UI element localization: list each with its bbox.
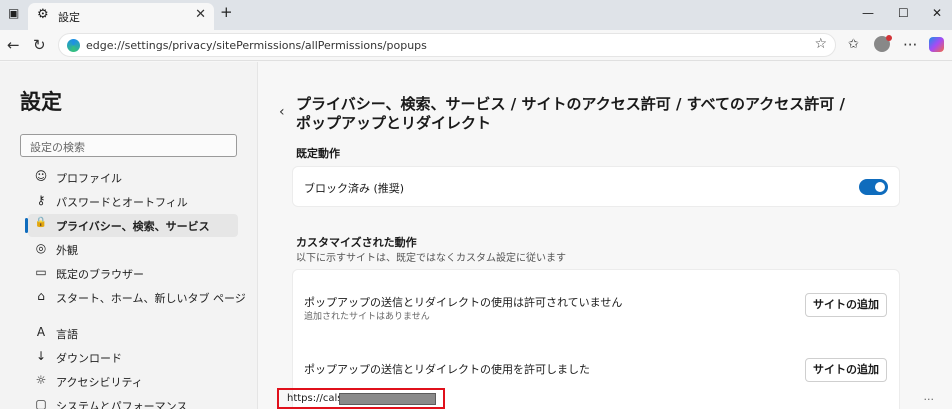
tab-settings[interactable]: ⚙ 設定 ✕	[28, 3, 214, 30]
blocked-list-empty: 追加されたサイトはありません	[304, 312, 430, 322]
blocked-list-title: ポップアップの送信とリダイレクトの使用は許可されていません	[304, 296, 623, 309]
favorite-star-icon[interactable]: ☆	[814, 36, 827, 52]
add-blocked-site-button[interactable]: サイトの追加	[805, 293, 887, 317]
sidebar-item-system[interactable]: ▢ システムとパフォーマンス	[28, 394, 238, 409]
close-icon[interactable]: ✕	[195, 7, 206, 22]
sidebar-item-label: アクセシビリティ	[56, 376, 143, 389]
language-icon: A	[36, 325, 46, 339]
settings-sidebar: 設定 設定の検索 ☺ プロファイル ⚷ パスワードとオートフィル 🔒 プライバシ…	[0, 62, 258, 409]
custom-behavior-description: 以下に示すサイトは、既定ではなくカスタム設定に従います	[296, 253, 566, 264]
sidebar-item-label: スタート、ホーム、新しいタブ ページ	[56, 292, 246, 305]
site-more-actions-icon[interactable]: ···	[924, 393, 935, 406]
toggle-knob	[875, 182, 885, 192]
sidebar-item-start-home[interactable]: ⌂ スタート、ホーム、新しいタブ ページ	[28, 286, 246, 309]
sidebar-item-accessibility[interactable]: ☼ アクセシビリティ	[28, 370, 238, 393]
maximize-icon[interactable]: ☐	[898, 6, 909, 20]
search-placeholder: 設定の検索	[30, 141, 85, 154]
favorites-icon[interactable]: ✩	[848, 37, 859, 52]
sidebar-item-passwords[interactable]: ⚷ パスワードとオートフィル	[28, 190, 238, 213]
notification-dot	[886, 35, 892, 41]
sidebar-item-label: プロファイル	[56, 172, 122, 185]
sidebar-item-label: 既定のブラウザー	[56, 268, 144, 281]
sidebar-item-languages[interactable]: A 言語	[28, 322, 238, 345]
allowed-list-title: ポップアップの送信とリダイレクトの使用を許可しました	[304, 363, 590, 376]
sidebar-item-label: パスワードとオートフィル	[56, 196, 188, 209]
allowed-site-row[interactable]: https://cals01	[277, 388, 445, 409]
sidebar-item-default-browser[interactable]: ▭ 既定のブラウザー	[28, 262, 238, 285]
accessibility-icon: ☼	[35, 373, 47, 387]
default-behavior-heading: 既定動作	[296, 147, 340, 160]
edge-logo-icon	[67, 39, 80, 52]
navigation-bar: ← ↻ edge://settings/privacy/sitePermissi…	[0, 30, 952, 61]
profile-icon: ☺	[34, 169, 48, 183]
browser-icon: ▭	[35, 265, 47, 279]
custom-behavior-heading: カスタマイズされた動作	[296, 236, 417, 249]
sidebar-item-profile[interactable]: ☺ プロファイル	[28, 166, 238, 189]
refresh-icon[interactable]: ↻	[33, 36, 46, 54]
sidebar-item-appearance[interactable]: ◎ 外観	[28, 238, 238, 261]
lock-icon: 🔒	[34, 217, 48, 228]
tab-title: 設定	[58, 11, 80, 24]
url-text[interactable]: edge://settings/privacy/sitePermissions/…	[86, 39, 427, 52]
key-icon: ⚷	[36, 193, 46, 207]
close-window-icon[interactable]: ✕	[932, 6, 942, 20]
minimize-icon[interactable]: —	[862, 6, 874, 20]
sidebar-title: 設定	[20, 90, 62, 114]
sidebar-item-label: 外観	[56, 244, 78, 257]
tab-strip: ▣ ⚙ 設定 ✕ + — ☐ ✕	[0, 0, 952, 30]
breadcrumb: プライバシー、検索、サービス / サイトのアクセス許可 / すべてのアクセス許可…	[296, 95, 845, 113]
workspaces-icon[interactable]: ▣	[8, 6, 19, 20]
sidebar-item-privacy[interactable]: 🔒 プライバシー、検索、サービス	[25, 214, 238, 237]
sidebar-item-label: ダウンロード	[56, 352, 122, 365]
home-icon: ⌂	[37, 289, 45, 303]
page-title: プライバシー、検索、サービス / サイトのアクセス許可 / すべてのアクセス許可…	[296, 95, 876, 133]
new-tab-button[interactable]: +	[220, 3, 233, 21]
active-indicator	[25, 218, 28, 233]
add-allowed-site-button[interactable]: サイトの追加	[805, 358, 887, 382]
sidebar-item-label: システムとパフォーマンス	[56, 400, 188, 409]
address-bar[interactable]: edge://settings/privacy/sitePermissions/…	[58, 33, 836, 57]
settings-content: ‹ プライバシー、検索、サービス / サイトのアクセス許可 / すべてのアクセス…	[259, 62, 952, 409]
blocked-toggle[interactable]	[859, 179, 888, 195]
copilot-icon[interactable]	[929, 37, 944, 52]
settings-search-input[interactable]: 設定の検索	[20, 134, 237, 157]
download-icon: ↓	[35, 349, 47, 363]
page-title-text: ポップアップとリダイレクト	[296, 114, 492, 132]
sidebar-item-label: 言語	[56, 328, 78, 341]
palette-icon: ◎	[35, 241, 47, 255]
back-chevron-icon[interactable]: ‹	[279, 104, 285, 120]
sidebar-item-label: プライバシー、検索、サービス	[56, 220, 210, 233]
more-menu-icon[interactable]: ···	[903, 36, 917, 54]
default-setting-label: ブロック済み (推奨)	[304, 182, 405, 195]
default-behavior-card: ブロック済み (推奨)	[292, 166, 900, 207]
gear-icon: ⚙	[37, 7, 49, 22]
back-icon[interactable]: ←	[7, 36, 20, 54]
redacted-block	[339, 393, 436, 405]
sidebar-item-downloads[interactable]: ↓ ダウンロード	[28, 346, 238, 369]
system-icon: ▢	[35, 397, 47, 409]
